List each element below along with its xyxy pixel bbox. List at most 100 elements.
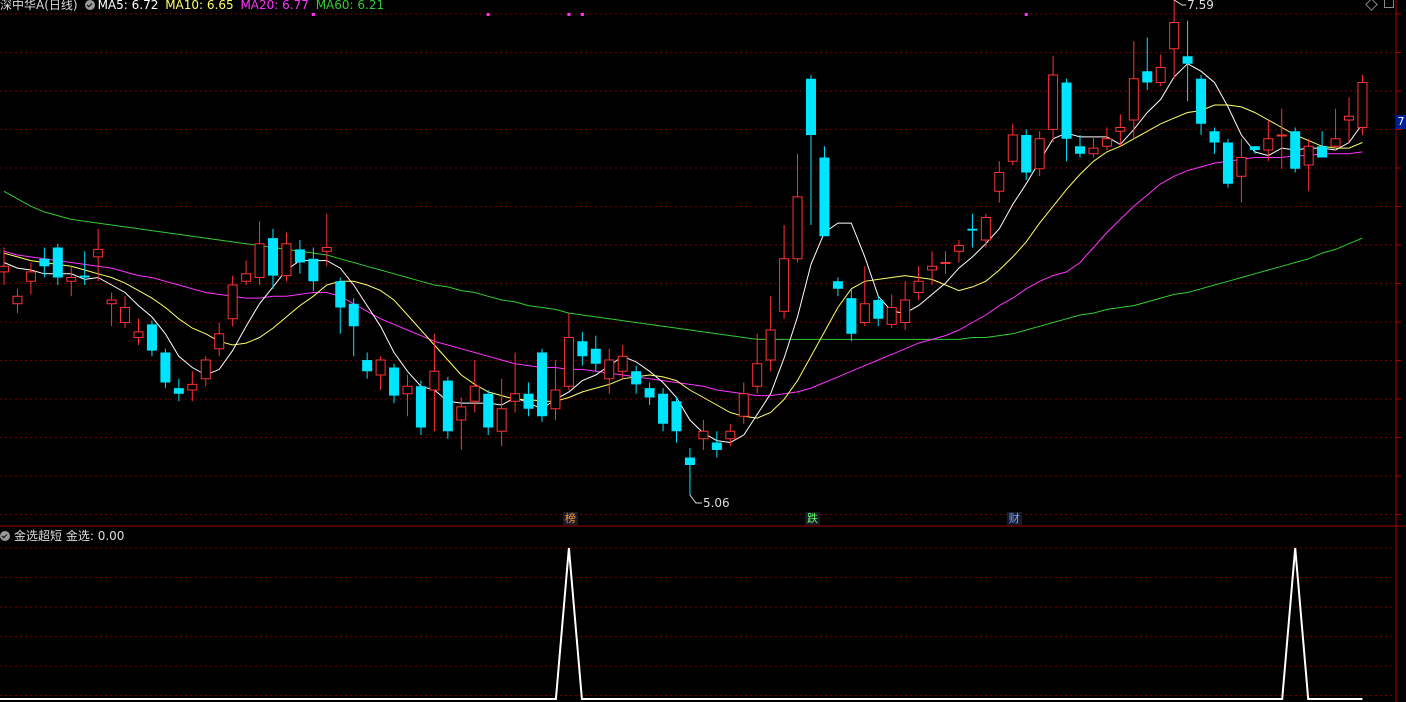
chart-header: 深中华A(日线) MA5: 6.72 MA10: 6.65 MA20: 6.77 …: [0, 0, 387, 12]
indicator-settings-icon[interactable]: [0, 531, 10, 541]
candle: [200, 356, 211, 387]
candle-body: [752, 363, 763, 387]
candle-body: [590, 348, 601, 364]
candle: [779, 225, 790, 319]
candle: [1357, 75, 1368, 135]
candle: [456, 397, 467, 450]
candle-body: [415, 386, 426, 428]
indicator-line: [0, 547, 1363, 700]
candle: [1182, 20, 1193, 102]
candle: [900, 281, 911, 330]
candle-body: [684, 457, 695, 465]
candlestick-chart: 7.59 5.06: [0, 0, 1406, 702]
candle: [752, 333, 763, 394]
candle-body: [940, 262, 951, 264]
high-pointer: [1173, 0, 1187, 6]
candle: [348, 298, 359, 357]
candle-body: [1249, 146, 1260, 150]
candle-body: [1075, 146, 1085, 154]
candle: [792, 153, 803, 263]
candle-body: [66, 277, 77, 282]
candle-body: [1048, 74, 1059, 130]
candle-body: [39, 258, 50, 267]
candle-body: [658, 393, 669, 424]
candle: [106, 292, 117, 327]
candle: [254, 221, 265, 285]
candle-body: [133, 331, 144, 338]
ma20-line: [3, 151, 1363, 397]
candle: [214, 322, 225, 357]
candle-body: [1276, 134, 1287, 137]
candle: [0, 247, 9, 285]
candle: [510, 352, 521, 413]
candle-body: [227, 284, 238, 320]
candle: [389, 363, 400, 404]
candle-body: [563, 337, 574, 387]
candle-body: [1142, 71, 1153, 83]
candle: [859, 266, 870, 327]
candle-body: [900, 299, 911, 323]
candle: [120, 296, 131, 329]
candle: [765, 296, 776, 372]
candle: [12, 288, 23, 314]
candle-body: [187, 383, 198, 391]
candle: [832, 277, 843, 297]
candle: [1276, 108, 1287, 169]
event-marker[interactable]: 财: [1006, 512, 1022, 525]
candle: [321, 213, 332, 267]
candle-body: [389, 367, 400, 396]
candles: [0, 0, 1368, 495]
candle: [806, 75, 816, 225]
candle: [913, 266, 924, 300]
candle: [1209, 127, 1220, 154]
candle: [1142, 37, 1153, 90]
candle-body: [146, 324, 157, 351]
indicator-value: 金选: 0.00: [65, 529, 125, 543]
candle-body: [241, 273, 252, 282]
candle: [173, 378, 184, 402]
candle-body: [1088, 147, 1099, 155]
event-marker[interactable]: 榜: [562, 512, 578, 525]
candle-body: [550, 389, 561, 410]
candle-body: [832, 281, 843, 289]
ma5-label: MA5: 6.72: [97, 0, 159, 12]
candle-body: [604, 359, 615, 380]
candle-body: [711, 442, 722, 450]
candle: [375, 356, 386, 390]
settings-icon[interactable]: [84, 0, 95, 10]
candle-body: [496, 408, 507, 432]
candle-body: [698, 430, 709, 440]
candle-body: [1357, 82, 1368, 128]
candle-body: [321, 247, 332, 252]
candle-body: [268, 238, 278, 276]
candle: [415, 380, 426, 435]
candle-body: [1263, 138, 1274, 151]
candle: [631, 365, 642, 394]
candle: [241, 260, 252, 285]
candle-body: [537, 352, 547, 417]
maximize-icon[interactable]: [1384, 0, 1394, 8]
candle-body: [886, 307, 897, 325]
candle-body: [1344, 115, 1354, 121]
candle: [1075, 135, 1085, 158]
candle: [52, 243, 63, 285]
candle: [698, 420, 709, 450]
candle-body: [456, 406, 467, 421]
candle: [1088, 136, 1099, 158]
candle-body: [510, 393, 521, 402]
candle-body: [93, 248, 104, 258]
candle-body: [927, 265, 938, 271]
event-marker[interactable]: 跌: [805, 512, 820, 525]
candle: [980, 213, 991, 248]
candle: [483, 390, 494, 435]
candle-body: [725, 430, 736, 440]
candle: [1169, 0, 1180, 79]
right-axis-badge: 7: [1396, 115, 1406, 129]
candle: [1155, 54, 1166, 87]
ma10-label: MA10: 6.65: [165, 0, 234, 12]
candle: [953, 240, 964, 263]
signal-marker: [311, 13, 315, 16]
candle-body: [523, 393, 534, 409]
candle: [658, 388, 669, 432]
candle: [281, 232, 292, 282]
